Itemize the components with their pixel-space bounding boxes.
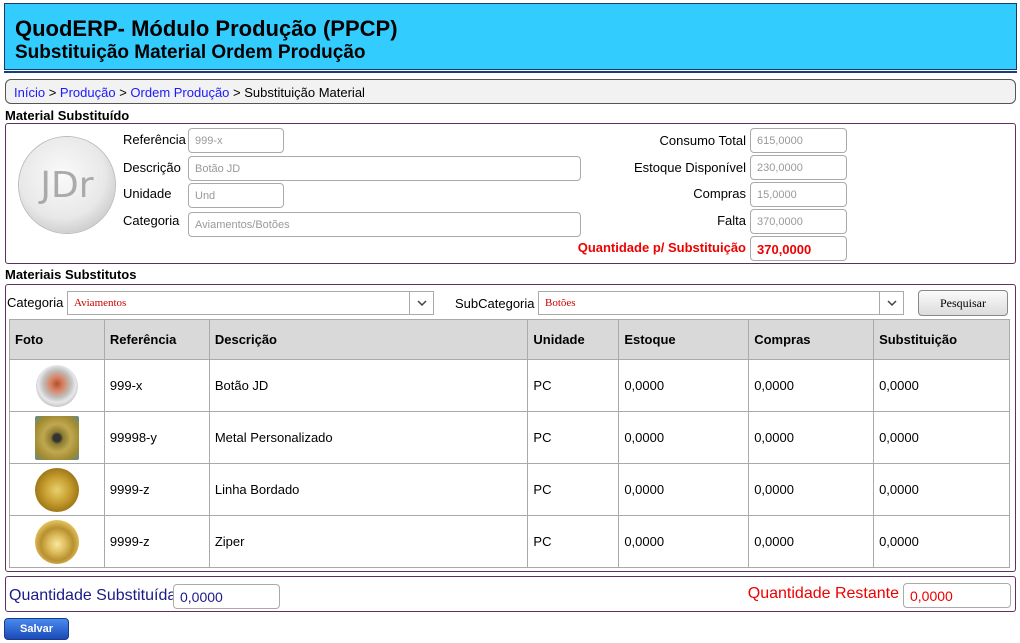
- categoria-label: Categoria: [123, 213, 180, 228]
- material-substituido-panel: JDr Referência 999-x Descrição Botão JD …: [5, 123, 1016, 264]
- qtd-restante-label: Quantidade Restante: [747, 585, 899, 602]
- qtd-restante-field[interactable]: 0,0000: [903, 583, 1011, 608]
- referencia-label: Referência: [123, 132, 186, 147]
- table-row[interactable]: 999-x Botão JD PC 0,0000 0,0000 0,0000: [9, 359, 1010, 412]
- cell-substituicao[interactable]: 0,0000: [873, 515, 1010, 568]
- categoria-field[interactable]: Aviamentos/Botões: [188, 212, 581, 237]
- cell-referencia: 99998-y: [103, 411, 210, 464]
- cell-estoque: 0,0000: [618, 359, 750, 412]
- column-header-estoque: Estoque: [618, 319, 750, 360]
- chevron-down-icon: [409, 292, 433, 314]
- qtd-substituicao-label: Quantidade p/ Substituição: [577, 240, 746, 255]
- cell-descricao: Ziper: [208, 515, 529, 568]
- substitutos-table: Foto Referência Descrição Unidade Estoqu…: [9, 319, 1010, 568]
- photo-cell: [9, 411, 105, 464]
- breadcrumb-current: Substituição Material: [244, 85, 365, 100]
- estoque-disponivel-label: Estoque Disponível: [633, 160, 746, 175]
- cell-compras: 0,0000: [748, 411, 875, 464]
- cell-unidade: PC: [527, 411, 620, 464]
- categoria-select[interactable]: Aviamentos: [67, 291, 434, 315]
- qtd-substituida-label: Quantidade Substituída: [9, 587, 177, 604]
- search-button[interactable]: Pesquisar: [918, 290, 1008, 316]
- cell-unidade: PC: [527, 463, 620, 516]
- breadcrumb-separator: >: [48, 85, 57, 100]
- falta-label: Falta: [717, 213, 746, 228]
- estoque-disponivel-field[interactable]: 230,0000: [750, 155, 847, 180]
- cell-substituicao[interactable]: 0,0000: [873, 359, 1010, 412]
- breadcrumb-inicio[interactable]: Início: [14, 85, 45, 100]
- unidade-field[interactable]: Und: [188, 183, 284, 208]
- breadcrumb-separator: >: [119, 85, 127, 100]
- filter-subcategoria-label: SubCategoria: [455, 296, 535, 311]
- cell-unidade: PC: [527, 515, 620, 568]
- cell-estoque: 0,0000: [618, 463, 750, 516]
- button-gold-jdr-icon: [34, 467, 79, 512]
- cell-compras: 0,0000: [748, 463, 875, 516]
- cell-compras: 0,0000: [748, 359, 875, 412]
- chevron-down-icon: [879, 292, 903, 314]
- table-row[interactable]: 9999-z Linha Bordado PC 0,0000 0,0000 0,…: [9, 463, 1010, 516]
- column-header-substituicao: Substituição: [873, 319, 1010, 360]
- compras-label: Compras: [693, 186, 746, 201]
- referencia-field[interactable]: 999-x: [188, 128, 284, 153]
- compras-field[interactable]: 15,0000: [750, 182, 847, 207]
- totals-panel: Quantidade Substituída 0,0000 Quantidade…: [5, 576, 1016, 612]
- table-row[interactable]: 9999-z Ziper PC 0,0000 0,0000 0,0000: [9, 515, 1010, 568]
- qtd-substituicao-field[interactable]: 370,0000: [750, 236, 847, 261]
- categoria-select-value: Aviamentos: [74, 297, 127, 309]
- subcategoria-select[interactable]: Botões: [538, 291, 904, 315]
- photo-cell: [9, 515, 105, 568]
- column-header-foto: Foto: [9, 319, 105, 360]
- cell-unidade: PC: [527, 359, 620, 412]
- column-header-descricao: Descrição: [208, 319, 529, 360]
- cell-descricao: Linha Bordado: [208, 463, 529, 516]
- cell-substituicao[interactable]: 0,0000: [873, 463, 1010, 516]
- header-divider: [4, 71, 1017, 73]
- breadcrumb-ordem-producao[interactable]: Ordem Produção: [130, 85, 229, 100]
- button-metal-icon: [34, 415, 79, 460]
- descricao-label: Descrição: [123, 160, 181, 175]
- falta-field[interactable]: 370,0000: [750, 209, 847, 234]
- filter-categoria-label: Categoria: [7, 295, 64, 310]
- button-copper-icon: [35, 364, 78, 407]
- page-header: QuodERP- Módulo Produção (PPCP) Substitu…: [4, 3, 1017, 70]
- qtd-substituida-field[interactable]: 0,0000: [173, 584, 280, 609]
- table-row[interactable]: 99998-y Metal Personalizado PC 0,0000 0,…: [9, 411, 1010, 464]
- photo-cell: [9, 359, 105, 412]
- consumo-total-label: Consumo Total: [659, 133, 746, 148]
- consumo-total-field[interactable]: 615,0000: [750, 128, 847, 153]
- column-header-referencia: Referência: [103, 319, 210, 360]
- column-header-compras: Compras: [748, 319, 875, 360]
- breadcrumb-producao[interactable]: Produção: [60, 85, 116, 100]
- save-button[interactable]: Salvar: [4, 618, 69, 640]
- cell-referencia: 9999-z: [103, 515, 210, 568]
- material-logo-text: JDr: [40, 165, 94, 206]
- unidade-label: Unidade: [123, 186, 172, 201]
- cell-estoque: 0,0000: [618, 515, 750, 568]
- page-title: Substituição Material Ordem Produção: [15, 42, 366, 63]
- cell-compras: 0,0000: [748, 515, 875, 568]
- button-gold-icon: [34, 519, 79, 564]
- cell-descricao: Metal Personalizado: [208, 411, 529, 464]
- cell-estoque: 0,0000: [618, 411, 750, 464]
- section-title-materiais-substitutos: Materiais Substitutos: [5, 267, 137, 282]
- column-header-unidade: Unidade: [527, 319, 620, 360]
- cell-substituicao[interactable]: 0,0000: [873, 411, 1010, 464]
- descricao-field[interactable]: Botão JD: [188, 156, 581, 181]
- material-photo: JDr: [19, 137, 115, 233]
- cell-referencia: 9999-z: [103, 463, 210, 516]
- breadcrumb-separator: >: [233, 85, 241, 100]
- section-title-material-substituido: Material Substituído: [5, 108, 130, 123]
- cell-referencia: 999-x: [103, 359, 210, 412]
- photo-cell: [9, 463, 105, 516]
- app-title: QuodERP- Módulo Produção (PPCP): [15, 16, 398, 41]
- breadcrumb: Início > Produção > Ordem Produção > Sub…: [5, 79, 1016, 104]
- cell-descricao: Botão JD: [208, 359, 529, 412]
- subcategoria-select-value: Botões: [545, 297, 576, 309]
- table-header-row: Foto Referência Descrição Unidade Estoqu…: [9, 319, 1010, 360]
